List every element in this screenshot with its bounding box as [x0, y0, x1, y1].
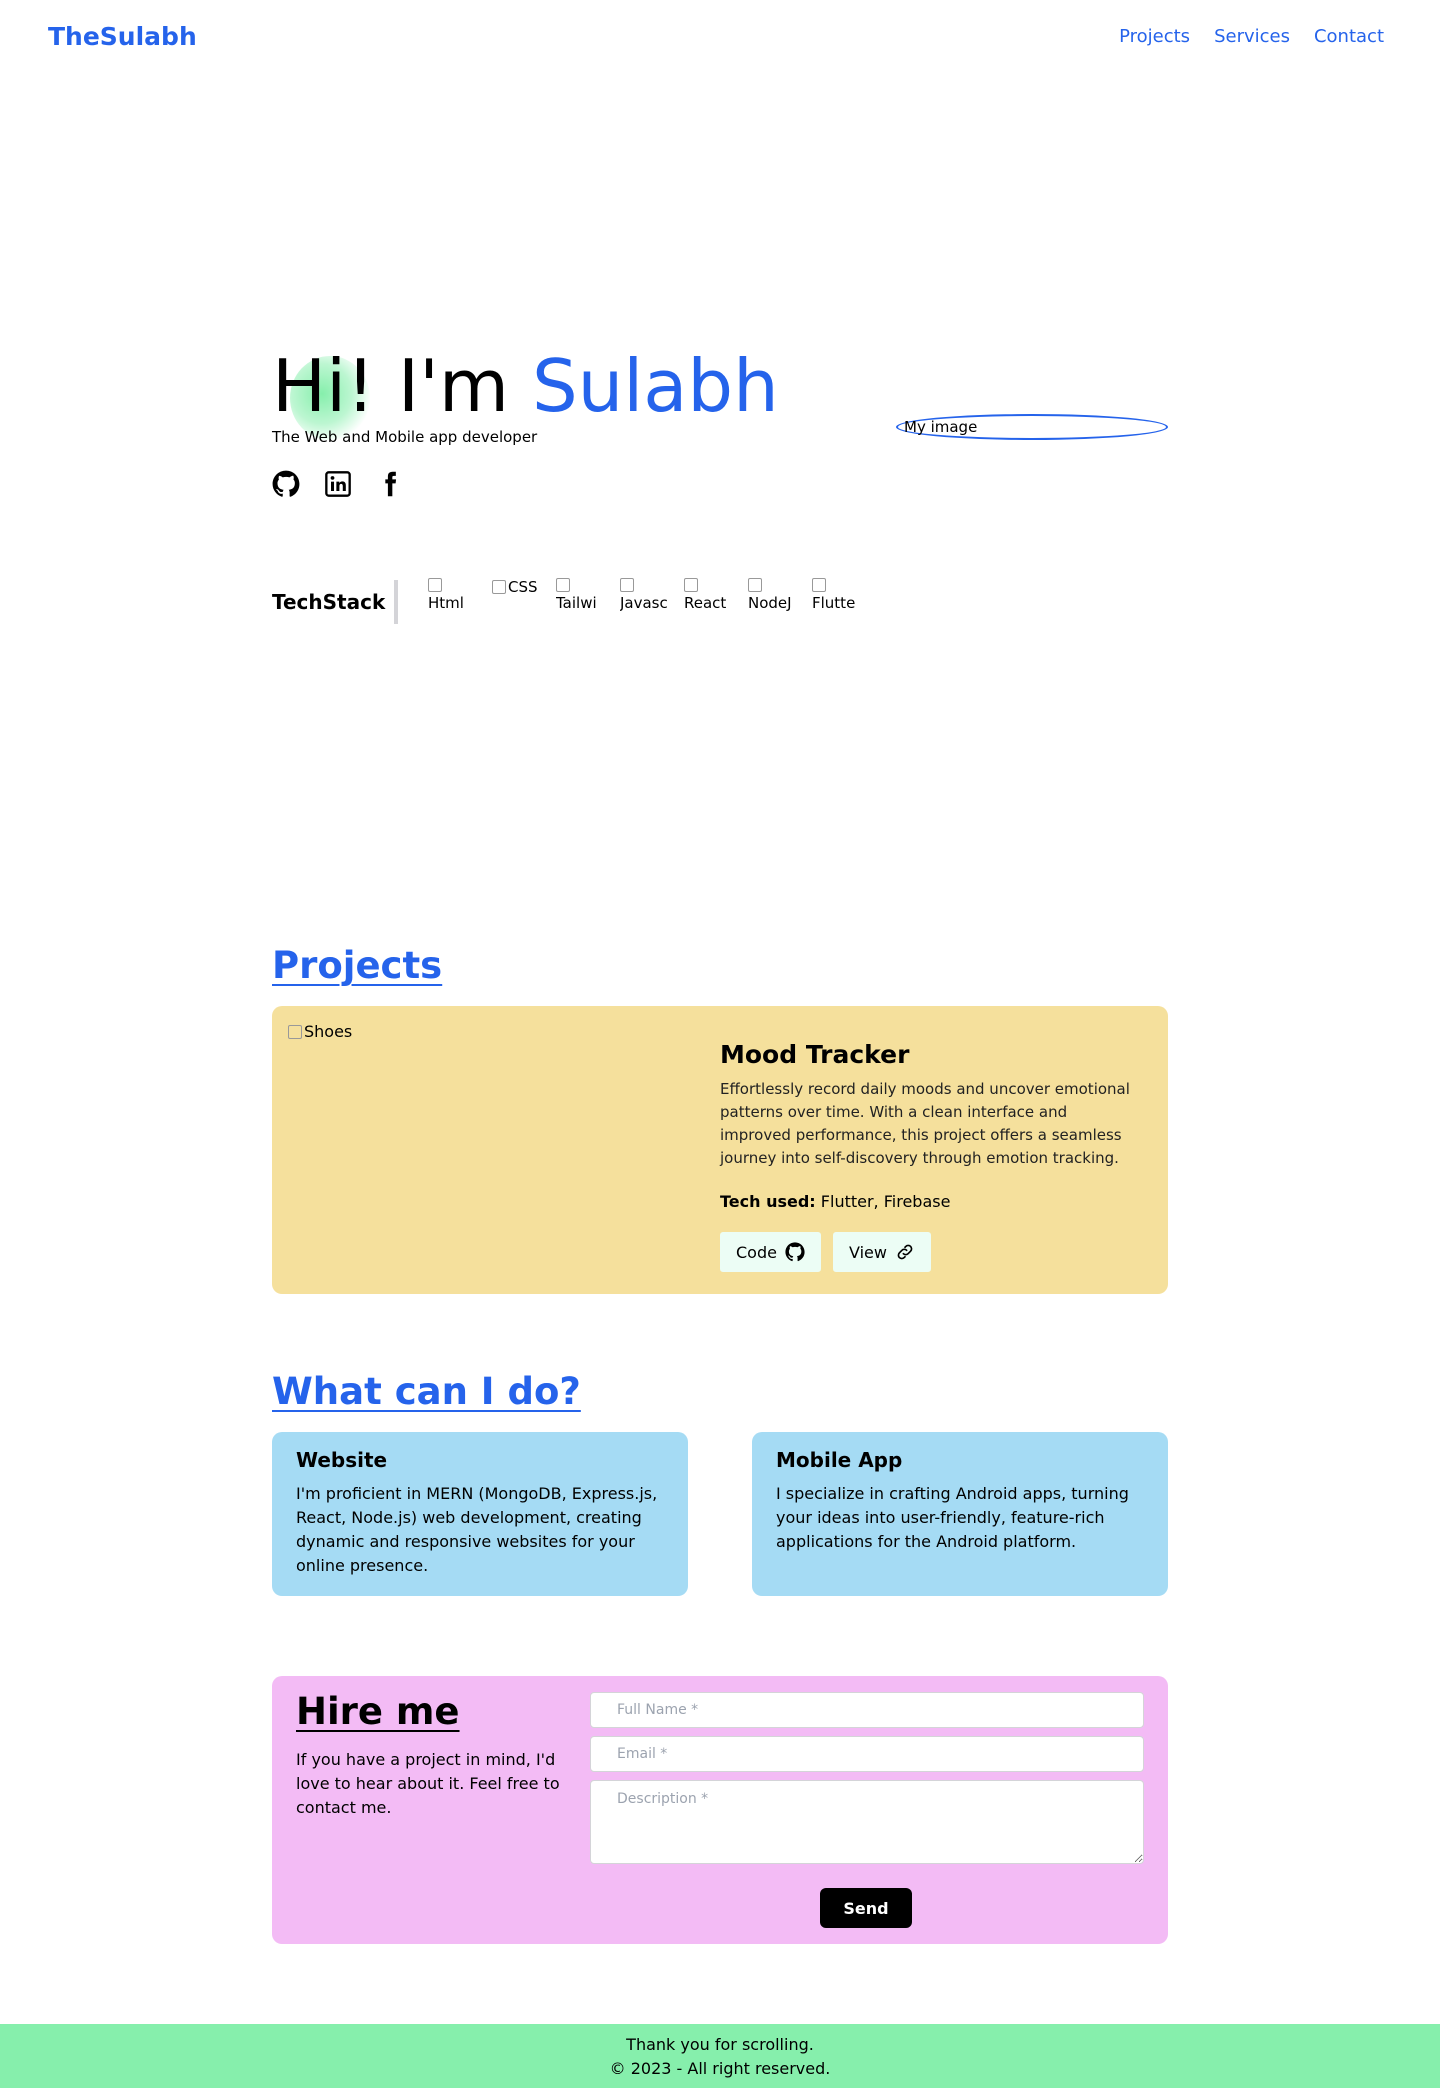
- link-icon: [897, 1244, 913, 1260]
- full-name-input[interactable]: [590, 1692, 1144, 1728]
- footer-thanks: Thank you for scrolling.: [626, 2035, 814, 2054]
- project-tech-label: Tech used:: [720, 1192, 816, 1211]
- service-text: I'm proficient in MERN (MongoDB, Express…: [296, 1484, 658, 1575]
- github-icon[interactable]: [272, 470, 300, 498]
- service-card-mobile-app: Mobile App I specialize in crafting Andr…: [752, 1432, 1168, 1596]
- service-title: Mobile App: [776, 1448, 903, 1472]
- hire-title: Hire me: [296, 1690, 460, 1733]
- project-view-label: View: [848, 1242, 887, 1262]
- tech-icon-react: React: [684, 578, 732, 626]
- send-button[interactable]: Send: [820, 1888, 912, 1928]
- tech-icon-html: Html: [428, 578, 476, 626]
- hero-greeting: Hi! I'm: [272, 344, 532, 428]
- nav-link-projects[interactable]: Projects: [1119, 26, 1190, 47]
- hero-profile-image: My image: [896, 414, 1168, 440]
- hero-subtitle: The Web and Mobile app developer: [272, 428, 538, 446]
- hero-name: Sulabh: [531, 344, 779, 428]
- brand-logo[interactable]: TheSulabh: [48, 22, 197, 51]
- navbar: TheSulabh Projects Services Contact: [0, 0, 1440, 76]
- tech-icon-javascript: Javasc: [620, 578, 668, 626]
- facebook-icon[interactable]: [376, 470, 404, 498]
- projects-section-title: Projects: [272, 944, 443, 987]
- project-title: Mood Tracker: [720, 1040, 910, 1069]
- techstack-icons: Html CSS Tailwi Javasc React NodeJ Flutt…: [428, 578, 860, 626]
- project-code-label: Code: [736, 1242, 777, 1262]
- project-code-button[interactable]: Code: [720, 1232, 821, 1272]
- project-description: Effortlessly record daily moods and unco…: [720, 1080, 1130, 1167]
- linkedin-icon[interactable]: [324, 470, 352, 498]
- email-input[interactable]: [590, 1736, 1144, 1772]
- project-tech-value: Flutter, Firebase: [820, 1192, 951, 1211]
- tech-icon-flutter: Flutte: [812, 578, 860, 626]
- services-section-title: What can I do?: [272, 1370, 581, 1413]
- footer-copyright: © 2023 - All right reserved.: [609, 2059, 831, 2078]
- project-tech: Tech used: Flutter, Firebase: [720, 1192, 950, 1211]
- service-card-website: Website I'm proficient in MERN (MongoDB,…: [272, 1432, 688, 1596]
- nav-links: Projects Services Contact: [1119, 26, 1384, 47]
- project-image: Shoes: [288, 1022, 352, 1041]
- tech-icon-nodejs: NodeJ: [748, 578, 796, 626]
- tech-icon-tailwind: Tailwi: [556, 578, 604, 626]
- social-links: [272, 470, 404, 498]
- techstack-divider: [394, 580, 398, 624]
- nav-link-contact[interactable]: Contact: [1314, 26, 1384, 47]
- service-text: I specialize in crafting Android apps, t…: [776, 1484, 1129, 1551]
- project-view-button[interactable]: View: [832, 1232, 931, 1272]
- hire-text: If you have a project in mind, I'd love …: [296, 1750, 560, 1817]
- hero-title: Hi! I'm Sulabh: [272, 342, 779, 430]
- description-input[interactable]: [590, 1780, 1144, 1864]
- tech-icon-css: CSS: [492, 578, 540, 626]
- project-card: Shoes Mood Tracker Effortlessly record d…: [272, 1006, 1168, 1294]
- service-title: Website: [296, 1448, 388, 1472]
- project-buttons: Code View: [720, 1232, 931, 1272]
- hire-me-section: Hire me If you have a project in mind, I…: [272, 1676, 1168, 1944]
- footer: Thank you for scrolling. © 2023 - All ri…: [0, 2024, 1440, 2088]
- techstack-label: TechStack: [272, 590, 386, 614]
- github-icon: [785, 1242, 805, 1262]
- nav-link-services[interactable]: Services: [1214, 26, 1290, 47]
